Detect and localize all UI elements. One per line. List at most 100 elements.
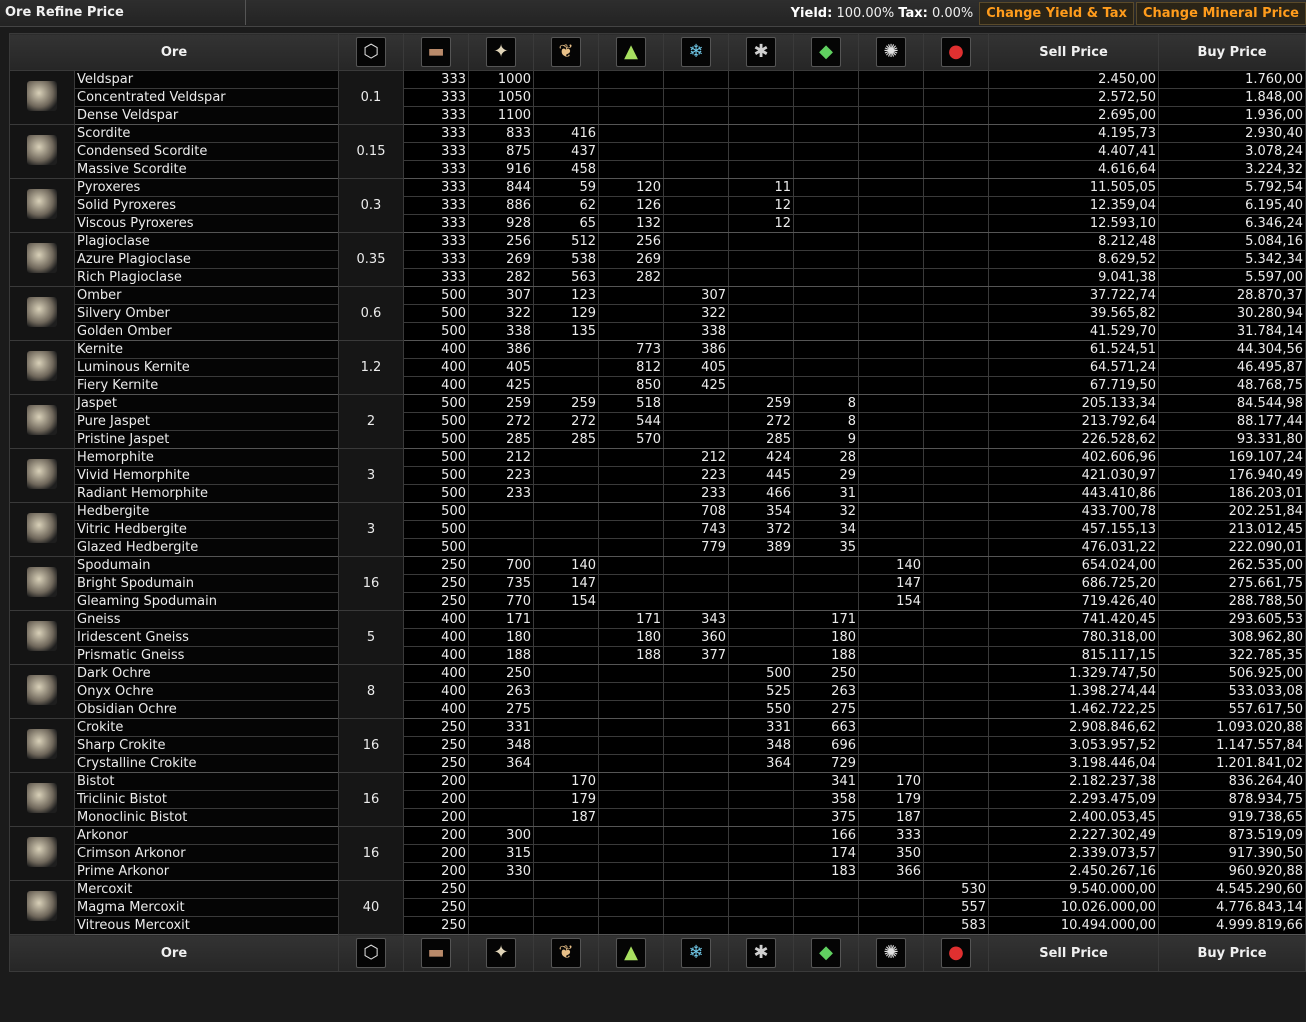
mineral-yield	[598, 772, 664, 791]
mineral-yield: 833	[468, 124, 534, 143]
buy-price: 1.147.557,84	[1158, 736, 1306, 755]
mexallon-icon: ▲	[616, 37, 646, 67]
mineral-yield	[923, 628, 989, 647]
mineral-yield	[533, 610, 599, 629]
buy-price: 213.012,45	[1158, 520, 1306, 539]
table-row: Golden Omber 500 338 135 338 41.529,70 31.784,…	[10, 322, 1306, 341]
mineral-yield	[468, 916, 534, 935]
mineral-yield	[858, 106, 924, 125]
mineral-yield	[858, 178, 924, 197]
table-row: Magma Mercoxit 250 557 10.026.000,00 4.776.8…	[10, 898, 1306, 917]
footer-col-volume-cube[interactable]: ⬡	[338, 934, 404, 972]
sell-price: 4.616,64	[988, 160, 1159, 179]
mineral-yield	[533, 754, 599, 773]
header-col-megacyte[interactable]: ✺	[858, 33, 924, 71]
ore-rock-icon	[27, 134, 57, 165]
table-row: Hedbergite 3 500 708 354 32 433.700,78 202.251,…	[9, 502, 1306, 557]
buy-price: 3.224,32	[1158, 160, 1306, 179]
footer-buy-price-header[interactable]: Buy Price	[1158, 934, 1306, 972]
header-col-tritanium[interactable]: ✦	[468, 33, 534, 71]
buy-price: 288.788,50	[1158, 592, 1306, 611]
mineral-yield: 140	[858, 556, 924, 575]
footer-col-megacyte[interactable]: ✺	[858, 934, 924, 972]
table-row: Dark Ochre 8 400 250 500 250 1.329.747,50 506.9…	[9, 664, 1306, 719]
mineral-yield: 147	[533, 574, 599, 593]
ore-name: Dense Veldspar	[74, 106, 339, 125]
mineral-yield	[598, 466, 664, 485]
footer-col-tritanium[interactable]: ✦	[468, 934, 534, 972]
mineral-yield	[858, 232, 924, 251]
page-title: Ore Refine Price	[0, 0, 246, 25]
mineral-yield: 372	[728, 520, 794, 539]
mineral-yield: 259	[468, 394, 534, 413]
footer-sell-price-header[interactable]: Sell Price	[988, 934, 1159, 972]
mineral-yield	[663, 718, 729, 737]
header-col-pyerite[interactable]: ❦	[533, 33, 599, 71]
mineral-yield	[858, 484, 924, 503]
mineral-yield	[858, 664, 924, 683]
mineral-yield	[728, 826, 794, 845]
table-row: Crimson Arkonor 200 315 174 350 2.339.073,57 9…	[10, 844, 1306, 863]
ore-refine-table: Ore ⬡ ▬ ✦ ❦ ▲ ❄ ✱ ◆ ✺ ● Sell Price Buy Price Veldspa…	[9, 33, 1306, 972]
change-mineral-price-button[interactable]: Change Mineral Price	[1135, 1, 1306, 25]
header-ore-header[interactable]: Ore	[9, 33, 339, 71]
ore-icon-cell	[9, 772, 75, 827]
mineral-yield: 35	[793, 538, 859, 557]
footer-col-morphite[interactable]: ●	[923, 934, 989, 972]
mineral-yield	[533, 448, 599, 467]
mineral-yield	[728, 142, 794, 161]
mineral-yield: 512	[533, 232, 599, 251]
batch-size: 500	[403, 502, 469, 521]
mineral-yield	[793, 214, 859, 233]
batch-crate-icon: ▬	[421, 37, 451, 67]
footer-col-zydrine[interactable]: ◆	[793, 934, 859, 972]
header-col-morphite[interactable]: ●	[923, 33, 989, 71]
ore-name: Crystalline Crokite	[74, 754, 339, 773]
ore-icon-cell	[9, 70, 75, 125]
mineral-yield	[923, 106, 989, 125]
header-col-nocxium[interactable]: ✱	[728, 33, 794, 71]
mineral-yield: 445	[728, 466, 794, 485]
mineral-yield: 123	[533, 286, 599, 305]
header-col-zydrine[interactable]: ◆	[793, 33, 859, 71]
mineral-yield: 341	[793, 772, 859, 791]
table-row: Silvery Omber 500 322 129 322 39.565,82 30.280…	[10, 304, 1306, 323]
footer-col-isogen[interactable]: ❄	[663, 934, 729, 972]
mineral-yield	[533, 916, 599, 935]
mineral-yield	[923, 646, 989, 665]
mineral-yield	[663, 916, 729, 935]
header-col-batch-crate[interactable]: ▬	[403, 33, 469, 71]
header-col-mexallon[interactable]: ▲	[598, 33, 664, 71]
mineral-yield	[923, 178, 989, 197]
table-row: Spodumain 16 250 700 140 140 654.024,00 262.535…	[9, 556, 1306, 611]
mineral-yield: 120	[598, 178, 664, 197]
mineral-yield: 269	[598, 250, 664, 269]
volume-cube-icon: ⬡	[356, 37, 386, 67]
mineral-yield: 129	[533, 304, 599, 323]
table-row: Azure Plagioclase 333 269 538 269 8.629,52 5.3…	[10, 250, 1306, 269]
mineral-yield: 729	[793, 754, 859, 773]
mineral-yield: 187	[858, 808, 924, 827]
header-col-isogen[interactable]: ❄	[663, 33, 729, 71]
mineral-yield: 696	[793, 736, 859, 755]
header-sell-price-header[interactable]: Sell Price	[988, 33, 1159, 71]
footer-col-nocxium[interactable]: ✱	[728, 934, 794, 972]
sell-price: 8.629,52	[988, 250, 1159, 269]
mineral-yield: 188	[598, 646, 664, 665]
table-row: Rich Plagioclase 333 282 563 282 9.041,38 5.59…	[10, 268, 1306, 287]
change-yield-tax-button[interactable]: Change Yield & Tax	[979, 1, 1134, 25]
header-buy-price-header[interactable]: Buy Price	[1158, 33, 1306, 71]
ore-rock-icon	[27, 728, 57, 759]
footer-col-mexallon[interactable]: ▲	[598, 934, 664, 972]
mineral-yield	[533, 502, 599, 521]
mineral-yield: 518	[598, 394, 664, 413]
footer-ore-header[interactable]: Ore	[9, 934, 339, 972]
footer-col-batch-crate[interactable]: ▬	[403, 934, 469, 972]
header-col-volume-cube[interactable]: ⬡	[338, 33, 404, 71]
mineral-yield	[728, 358, 794, 377]
sell-price: 443.410,86	[988, 484, 1159, 503]
batch-size: 250	[403, 718, 469, 737]
table-row: Obsidian Ochre 400 275 550 275 1.462.722,25 55…	[10, 700, 1306, 719]
tritanium-icon: ✦	[486, 37, 516, 67]
footer-col-pyerite[interactable]: ❦	[533, 934, 599, 972]
